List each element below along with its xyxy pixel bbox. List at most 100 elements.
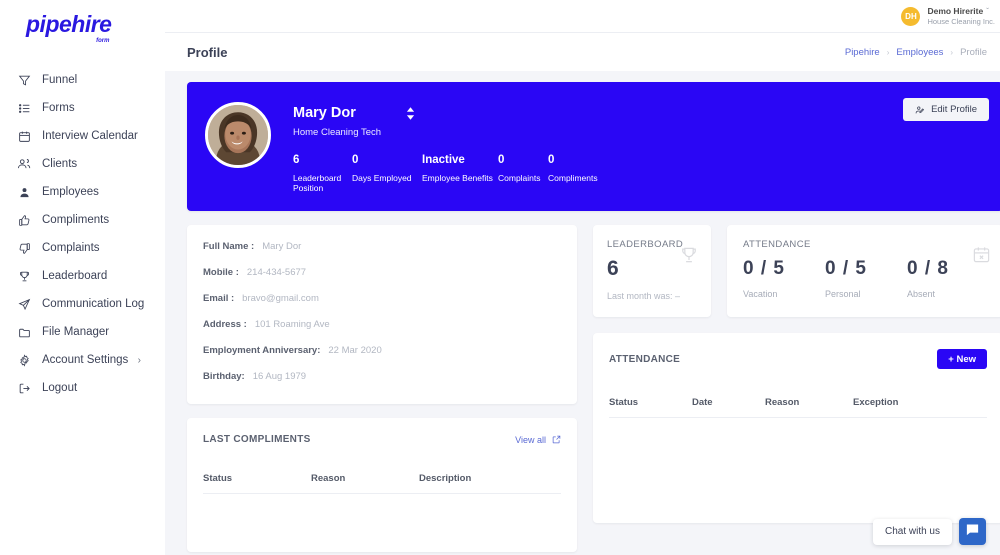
sidebar-item-interview-calendar[interactable]: Interview Calendar [0,122,165,150]
sidebar-nav: Funnel Forms Interview Calendar Clients [0,66,165,402]
detail-row-email: Email : bravo@gmail.com [203,293,561,304]
detail-label: Full Name : [203,241,255,252]
user-edit-icon [915,105,925,115]
sidebar-item-file-manager[interactable]: File Manager [0,318,165,346]
trophy-icon [14,268,34,284]
detail-label: Birthday: [203,371,245,382]
brand-name: pipehire [26,10,112,37]
trophy-icon [679,245,699,270]
attendance-table-card: ATTENDANCE + New Status Date Reason Exce… [593,333,1000,523]
detail-value: 101 Roaming Ave [254,319,330,330]
detail-value: Mary Dor [262,241,302,252]
edit-profile-label: Edit Profile [931,104,977,115]
sidebar-item-label: Account Settings [42,354,129,366]
stat-value: 0 [352,154,359,166]
sidebar-item-label: Compliments [42,214,110,226]
column-header-reason: Reason [765,397,800,408]
sidebar-item-funnel[interactable]: Funnel [0,66,165,94]
folder-icon [14,324,34,340]
profile-hero-card: Mary Dor Home Cleaning Tech 6 Leaderboar… [187,82,1000,211]
chat-open-button[interactable] [959,518,986,545]
detail-row-full-name: Full Name : Mary Dor [203,241,561,252]
chat-bubble-icon [965,522,980,542]
column-header-exception: Exception [853,397,899,408]
attendance-value: 0 / 5 [743,258,785,279]
calendar-x-icon [972,245,991,269]
stat-compliments: 0 Compliments [548,154,608,194]
column-header-reason: Reason [311,473,346,484]
sidebar-item-employees[interactable]: Employees [0,178,165,206]
sidebar-item-label: Leaderboard [42,270,108,282]
list-icon [14,100,34,116]
sidebar-item-communication-log[interactable]: Communication Log [0,290,165,318]
breadcrumb: Pipehire › Employees › Profile [845,47,987,58]
logout-icon [14,380,34,396]
sidebar-item-label: Forms [42,102,75,114]
profile-hero-body: Mary Dor Home Cleaning Tech 6 Leaderboar… [293,96,987,194]
profile-columns: Full Name : Mary Dor Mobile : 214-434-5677… [187,225,1000,552]
account-company: House Cleaning Inc. [927,16,995,26]
sidebar-item-complaints[interactable]: Complaints [0,234,165,262]
detail-row-address: Address : 101 Roaming Ave [203,319,561,330]
details-card: Full Name : Mary Dor Mobile : 214-434-5677… [187,225,577,404]
stat-label: Days Employed [352,172,412,183]
edit-profile-button[interactable]: Edit Profile [903,98,989,121]
last-compliments-card: LAST COMPLIMENTS View all Status Reason [187,418,577,552]
content: Mary Dor Home Cleaning Tech 6 Leaderboar… [165,71,1000,555]
account-menu[interactable]: DH Demo Hirerite ˇ House Cleaning Inc. [901,6,995,26]
gear-icon [14,352,34,368]
attendance-summary-title: ATTENDANCE [743,239,811,250]
thumbs-down-icon [14,240,34,256]
account-name: Demo Hirerite ˇ [927,6,995,17]
sidebar-item-leaderboard[interactable]: Leaderboard [0,262,165,290]
sidebar-item-label: Clients [42,158,78,170]
detail-label: Employment Anniversary: [203,345,321,356]
column-header-description: Description [419,473,472,484]
sidebar-item-label: Communication Log [42,298,145,310]
chat-with-us-label[interactable]: Chat with us [872,518,952,545]
sidebar-item-compliments[interactable]: Compliments [0,206,165,234]
chat-widget: Chat with us [872,518,986,545]
stat-label: Leaderboard Position [293,172,342,194]
send-icon [14,296,34,312]
detail-value: 214-434-5677 [246,267,307,278]
sort-toggle-icon[interactable] [406,106,415,120]
profile-name: Mary Dor [293,105,356,121]
column-header-status: Status [609,397,639,408]
avatar: DH [901,6,921,26]
new-attendance-button[interactable]: + New [937,349,987,369]
view-all-compliments-link[interactable]: View all [515,435,561,445]
chevron-right-icon: › [137,354,141,366]
stat-employee-benefits: Inactive Employee Benefits [422,154,498,194]
sidebar-item-logout[interactable]: Logout [0,374,165,402]
detail-label: Email : [203,293,235,304]
sidebar-item-forms[interactable]: Forms [0,94,165,122]
chevron-right-icon: › [886,47,890,57]
summary-row: LEADERBOARD 6 Last month was: – ATTENDAN… [593,225,1000,317]
topbar: DH Demo Hirerite ˇ House Cleaning Inc. [165,0,1000,33]
detail-label: Mobile : [203,267,239,278]
left-column: Full Name : Mary Dor Mobile : 214-434-5677… [187,225,577,552]
detail-value: 16 Aug 1979 [252,371,307,382]
stat-value: 6 [293,154,300,166]
breadcrumb-item-pipehire[interactable]: Pipehire [845,47,880,58]
funnel-icon [14,72,34,88]
app-root: pipehire form Funnel Forms Interview Cal… [0,0,1000,555]
account-name-text: Demo Hirerite [927,5,984,16]
stat-value: Inactive [422,154,465,166]
sidebar-item-label: Interview Calendar [42,130,138,142]
stat-complaints: 0 Complaints [498,154,548,194]
last-compliments-title: LAST COMPLIMENTS [203,434,311,445]
sidebar: pipehire form Funnel Forms Interview Cal… [0,0,165,555]
sidebar-item-clients[interactable]: Clients [0,150,165,178]
brand-logo[interactable]: pipehire form [0,0,165,48]
column-header-status: Status [203,473,233,484]
attendance-table-header: Status Date Reason Exception [609,397,987,418]
detail-value: 22 Mar 2020 [328,345,382,356]
users-icon [14,156,34,172]
breadcrumb-item-employees[interactable]: Employees [896,47,943,58]
stat-leaderboard-position: 6 Leaderboard Position [293,154,352,194]
thumbs-up-icon [14,212,34,228]
sidebar-item-account-settings[interactable]: Account Settings › [0,346,165,374]
leaderboard-card: LEADERBOARD 6 Last month was: – [593,225,711,317]
